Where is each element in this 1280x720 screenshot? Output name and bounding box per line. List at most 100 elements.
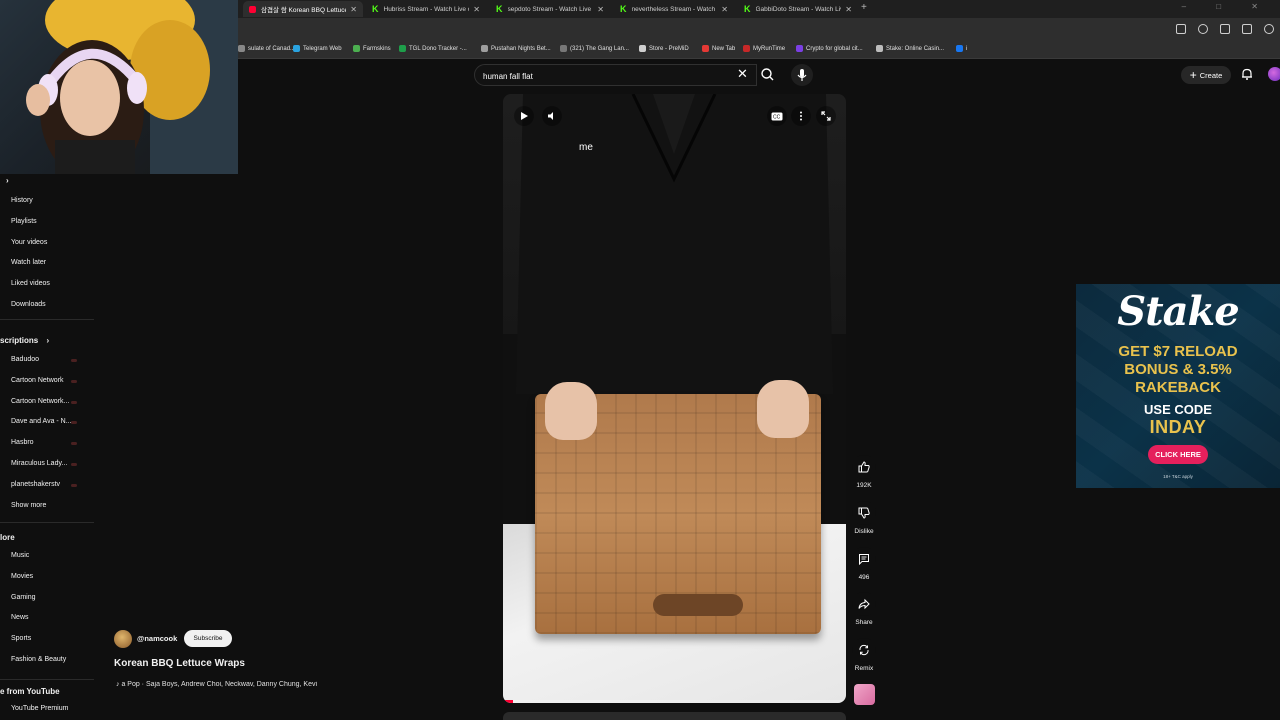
bookmark-label: Store - PreMiD (649, 45, 689, 52)
like-button[interactable]: 192K (852, 455, 876, 489)
close-tab-icon[interactable]: ✕ (597, 5, 604, 14)
next-short-preview[interactable] (503, 712, 846, 720)
search-button[interactable] (757, 64, 779, 86)
captions-icon: CC (771, 112, 783, 120)
bookmark-favicon-icon (702, 45, 709, 52)
video-progress-fill (503, 700, 514, 703)
fullscreen-button[interactable] (816, 106, 836, 126)
close-tab-icon[interactable]: ✕ (721, 5, 728, 14)
stake-advertisement[interactable]: Stake GET $7 RELOAD BONUS & 3.5% RAKEBACK … (1076, 284, 1280, 488)
bookmark-item[interactable]: Stake: Online Casin... (876, 45, 944, 52)
subscription-item[interactable]: Miraculous Lady... (11, 460, 67, 467)
subscriptions-heading[interactable]: scriptions › (0, 336, 49, 345)
search-icon (761, 68, 774, 81)
thumbs-down-icon (858, 507, 870, 519)
new-tab-button[interactable]: + (861, 2, 867, 13)
close-tab-icon[interactable]: ✕ (350, 5, 357, 14)
bookmark-item[interactable]: Pustahan Nights Bet... (481, 45, 551, 52)
ad-click-here-button[interactable]: CLICK HERE (1148, 445, 1208, 464)
bookmark-item[interactable]: Farmskins (353, 45, 391, 52)
sidebar-item[interactable]: Playlists (11, 218, 37, 225)
bookmark-item[interactable]: TGL Dono Tracker -... (399, 45, 467, 52)
captions-button[interactable]: CC (767, 106, 787, 126)
sidebar-item[interactable]: Your videos (11, 239, 47, 246)
thumbs-up-icon (858, 461, 870, 473)
subscription-item[interactable]: Cartoon Network (11, 377, 64, 384)
more-options-button[interactable] (791, 106, 811, 126)
bookmark-item[interactable]: Store - PreMiD (639, 45, 689, 52)
chevron-right-icon: › (46, 336, 50, 345)
live-indicator-icon (71, 379, 77, 383)
install-icon[interactable] (1176, 24, 1186, 34)
sidebar-explore-item[interactable]: Gaming (11, 594, 36, 601)
cast-icon[interactable] (1242, 24, 1252, 34)
browser-tab[interactable]: 삼겹살 쌈 Korean BBQ Lettuce ✕ (243, 1, 363, 17)
plus-icon: + (1189, 68, 1197, 82)
sidebar-explore-item[interactable]: Fashion & Beauty (11, 656, 66, 663)
remix-button[interactable]: Remix (852, 638, 876, 672)
sidebar-item[interactable]: History (11, 197, 33, 204)
video-progress-bar[interactable] (503, 700, 846, 703)
expand-chevron-icon[interactable]: › (6, 176, 9, 185)
bookmark-item[interactable]: (321) The Gang Lan... (560, 45, 629, 52)
sidebar-explore-item[interactable]: News (11, 614, 29, 621)
close-tab-icon[interactable]: ✕ (473, 5, 480, 14)
sidebar-more-item[interactable]: YouTube Premium (11, 705, 68, 712)
sound-thumbnail[interactable] (854, 684, 875, 705)
live-indicator-icon (71, 359, 77, 362)
browser-tab[interactable]: K GabbiDoto Stream - Watch Live ✕ (738, 1, 858, 17)
comments-button[interactable]: 496 (852, 547, 876, 581)
play-button[interactable] (514, 106, 534, 126)
ad-use-code-label: USE CODE (1144, 402, 1212, 417)
sidebar-item[interactable]: Watch later (11, 259, 46, 266)
close-tab-icon[interactable]: ✕ (845, 5, 852, 14)
comment-icon (859, 554, 869, 565)
bookmark-label: Telegram Web (303, 45, 342, 52)
sidebar-explore-item[interactable]: Music (11, 552, 29, 559)
sidebar-item[interactable]: Liked videos (11, 280, 50, 287)
subscription-item[interactable]: Dave and Ava - N... (11, 418, 72, 425)
channel-avatar[interactable] (114, 630, 132, 648)
bookmark-item[interactable]: New Tab (702, 45, 735, 52)
create-button[interactable]: + Create (1181, 66, 1231, 84)
bookmark-item[interactable]: sulate of Canad... (238, 45, 295, 52)
bookmark-item[interactable]: Telegram Web (293, 45, 342, 52)
extensions-icon[interactable] (1220, 24, 1230, 34)
mute-button[interactable] (542, 106, 562, 126)
sidebar-item[interactable]: Downloads (11, 301, 46, 308)
more-from-youtube-heading: e from YouTube (0, 687, 60, 696)
clear-search-icon[interactable]: ✕ (737, 67, 748, 81)
webcam-overlay (0, 0, 238, 174)
sidebar-explore-item[interactable]: Sports (11, 635, 31, 642)
subscription-item[interactable]: Cartoon Network... (11, 398, 69, 405)
profile-icon[interactable] (1264, 24, 1274, 34)
show-more-button[interactable]: Show more (11, 502, 46, 509)
right-hand-image (757, 380, 809, 438)
account-avatar[interactable] (1268, 67, 1280, 81)
bookmark-item[interactable]: Crypto for global cit... (796, 45, 863, 52)
music-attribution[interactable]: ♪ a Pop · Saja Boys, Andrew Choi, Neckwa… (116, 681, 356, 688)
subscribe-button[interactable]: Subscribe (184, 630, 232, 647)
share-button[interactable]: Share (852, 592, 876, 626)
search-input[interactable] (481, 68, 725, 84)
browser-tab[interactable]: Knevertheless Stream - Watch Li ✕ (614, 1, 734, 17)
bookmark-item[interactable]: i (956, 45, 967, 52)
search-box (474, 64, 757, 86)
browser-tab[interactable]: Ksepdoto Stream - Watch Live o ✕ (490, 1, 610, 17)
subscription-item[interactable]: Badudoo (11, 356, 39, 363)
browser-tab-title: sepdoto Stream - Watch Live o (507, 5, 594, 13)
channel-handle[interactable]: @namcook (137, 634, 177, 643)
voice-search-button[interactable] (791, 64, 813, 86)
browser-tab[interactable]: K Hubriss Stream - Watch Live o ✕ (366, 1, 486, 17)
sidebar-explore-item[interactable]: Movies (11, 573, 33, 580)
notifications-button[interactable] (1240, 67, 1254, 86)
share-label: Share (855, 619, 873, 626)
subscription-item[interactable]: Hasbro (11, 439, 34, 446)
dislike-button[interactable]: Dislike (852, 501, 876, 535)
bookmark-item[interactable]: MyRunTime (743, 45, 785, 52)
video-title[interactable]: Korean BBQ Lettuce Wraps (114, 658, 245, 669)
shorts-video-player[interactable]: CC me (503, 94, 846, 703)
window-controls[interactable]: – □ ✕ (1182, 2, 1272, 11)
star-icon[interactable] (1198, 24, 1208, 34)
subscription-item[interactable]: planetshakerstv (11, 481, 60, 488)
